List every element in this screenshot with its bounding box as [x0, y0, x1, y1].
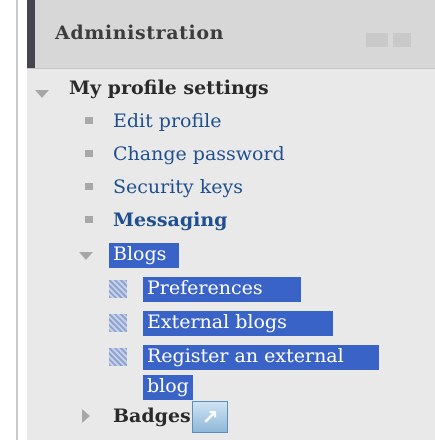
page-left-border [0, 0, 27, 440]
link-edit-profile[interactable]: Edit profile [113, 110, 221, 132]
blog-preferences-icon [109, 280, 127, 298]
tree-item-my-profile-settings[interactable]: My profile settings [69, 77, 269, 99]
link-external-blogs[interactable]: External blogs [147, 311, 287, 333]
administration-block: Administration My profile settings Edit … [27, 0, 435, 440]
link-security-keys[interactable]: Security keys [113, 176, 243, 198]
triangle-right-icon[interactable] [82, 409, 90, 423]
arrow-upright-icon[interactable]: ↗ [192, 401, 228, 433]
tree-item-badges[interactable]: Badges [113, 405, 191, 427]
block-header: Administration [27, 0, 435, 69]
link-register-external-blog-cont[interactable]: blog [147, 375, 189, 397]
link-messaging[interactable]: Messaging [113, 209, 227, 231]
triangle-down-icon[interactable] [79, 252, 93, 260]
bullet-icon [85, 117, 93, 124]
header-accent [27, 0, 35, 68]
block-title: Administration [55, 22, 225, 44]
link-change-password[interactable]: Change password [113, 143, 285, 165]
bullet-icon [85, 216, 93, 223]
bullet-icon [85, 183, 93, 190]
triangle-down-icon[interactable] [35, 90, 49, 98]
tree-item-blogs[interactable]: Blogs [113, 243, 166, 265]
hide-block-icon[interactable] [393, 33, 411, 47]
dock-icon[interactable] [366, 33, 388, 47]
link-preferences[interactable]: Preferences [147, 277, 263, 299]
register-external-blog-icon [109, 348, 127, 366]
bullet-icon [85, 150, 93, 157]
external-blogs-icon [109, 314, 127, 332]
link-register-external-blog[interactable]: Register an external [147, 345, 344, 367]
